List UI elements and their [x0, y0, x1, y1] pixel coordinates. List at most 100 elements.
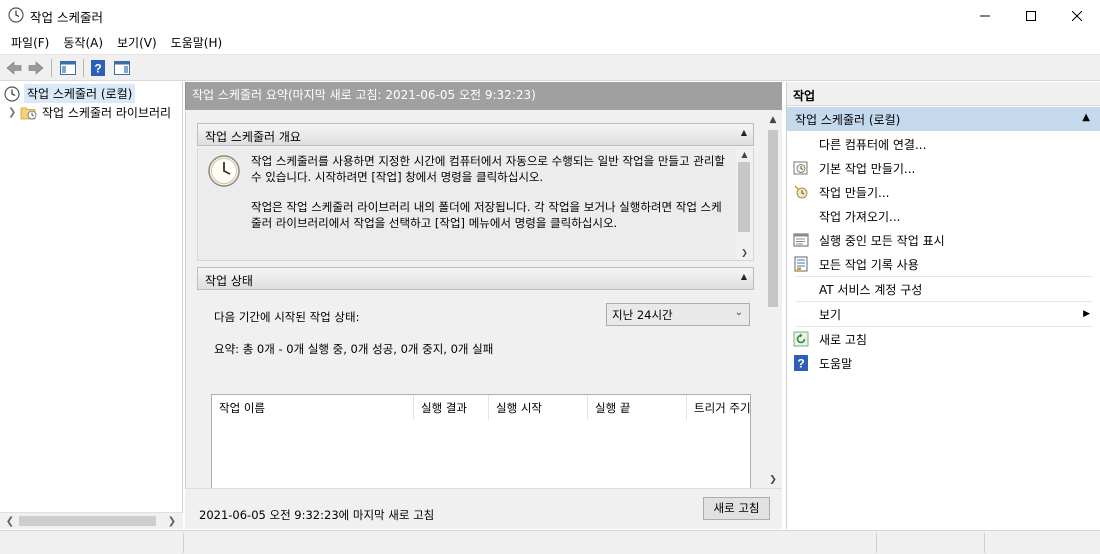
back-arrow-icon — [6, 61, 22, 75]
action-enable-history[interactable]: 모든 작업 기록 사용 — [787, 252, 1100, 276]
running-tasks-icon — [793, 232, 809, 248]
overview-scrollbar[interactable]: ▲ ❯ — [736, 148, 753, 260]
tree-item-root[interactable]: 작업 스케줄러 (로컬) — [4, 84, 136, 103]
action-create-basic-task[interactable]: 기본 작업 만들기... — [787, 156, 1100, 180]
menu-action[interactable]: 동작(A) — [56, 31, 110, 53]
expand-arrow-icon[interactable]: ❯ — [8, 107, 20, 118]
help-icon: ? — [91, 60, 105, 76]
scroll-left-icon[interactable]: ❮ — [2, 514, 18, 529]
action-create-task[interactable]: 작업 만들기... — [787, 180, 1100, 204]
tree-item-library[interactable]: ❯ 작업 스케줄러 라이브러리 — [8, 103, 171, 122]
menu-help[interactable]: 도움말(H) — [164, 31, 230, 53]
status-divider — [984, 533, 985, 553]
scroll-thumb[interactable] — [768, 130, 778, 307]
scroll-up-icon[interactable]: ▲ — [764, 112, 782, 128]
window-title: 작업 스케줄러 — [30, 10, 103, 25]
scroll-thumb[interactable] — [738, 162, 750, 232]
create-task-icon — [793, 184, 809, 200]
title-bar: 작업 스케줄러 — [0, 0, 1100, 31]
collapse-arrow-icon[interactable]: ▲ — [741, 272, 747, 281]
collapse-arrow-icon[interactable]: ▲ — [1082, 112, 1090, 123]
task-status-section-header[interactable]: 작업 상태 ▲ — [197, 267, 754, 290]
scroll-thumb[interactable] — [19, 516, 156, 526]
actions-title: 작업 — [787, 82, 1100, 106]
action-label: 보기 — [819, 307, 842, 322]
tree-horizontal-scrollbar[interactable]: ❮ ❯ — [0, 512, 183, 529]
status-period-value: 지난 24시간 — [612, 308, 673, 322]
maximize-icon — [1026, 10, 1036, 21]
action-import-task[interactable]: 작업 가져오기... — [787, 204, 1100, 228]
column-header-trigger[interactable]: 트리거 주기 — [687, 395, 750, 420]
menu-view[interactable]: 보기(V) — [110, 31, 164, 53]
summary-header: 작업 스케줄러 요약(마지막 새로 고침: 2021-06-05 오전 9:32… — [185, 82, 782, 110]
toolbar-separator — [51, 59, 52, 77]
column-header-run-end[interactable]: 실행 끝 — [588, 395, 687, 420]
last-refresh-text: 2021-06-05 오전 9:32:23에 마지막 새로 고침 — [199, 508, 435, 522]
overview-paragraph-1: 작업 스케줄러를 사용하면 지정한 시간에 컴퓨터에서 자동으로 수행되는 일반… — [251, 154, 725, 184]
summary-body: 작업 스케줄러 개요 ▲ 작업 스케줄러를 사용하면 지정한 시간에 컴퓨터에서… — [185, 112, 782, 488]
summary-pane: 작업 스케줄러 요약(마지막 새로 고침: 2021-06-05 오전 9:32… — [185, 82, 782, 529]
show-hide-tree-icon — [60, 61, 76, 75]
tree-item-root-label: 작업 스케줄러 (로컬) — [24, 84, 136, 103]
folder-clock-icon — [20, 107, 37, 119]
minimize-icon — [980, 15, 990, 16]
action-label: 모든 작업 기록 사용 — [819, 257, 919, 272]
scroll-down-icon[interactable]: ❯ — [764, 472, 782, 488]
status-period-label: 다음 기간에 시작된 작업 상태: — [214, 310, 360, 324]
forward-button[interactable] — [26, 58, 46, 78]
action-connect-computer[interactable]: 다른 컴퓨터에 연결... — [787, 132, 1100, 156]
toolbar-separator — [83, 59, 84, 77]
basic-task-icon — [793, 160, 809, 176]
action-label: 작업 가져오기... — [819, 209, 901, 224]
history-icon — [793, 256, 809, 272]
status-period-select[interactable]: 지난 24시간 ⌄ — [606, 303, 750, 326]
overview-section-header[interactable]: 작업 스케줄러 개요 ▲ — [197, 123, 754, 146]
action-display-running-tasks[interactable]: 실행 중인 모든 작업 표시 — [787, 228, 1100, 252]
action-refresh[interactable]: 새로 고침 — [787, 327, 1100, 351]
overview-section-title: 작업 스케줄러 개요 — [205, 130, 301, 144]
status-bar — [0, 530, 1100, 554]
scroll-right-icon[interactable]: ❯ — [164, 514, 180, 529]
close-button[interactable] — [1054, 0, 1100, 31]
action-label: 도움말 — [819, 356, 853, 371]
toolbar: ? — [0, 54, 1100, 81]
overview-paragraph-2: 작업은 작업 스케줄러 라이브러리 내의 폴더에 저장됩니다. 각 작업을 보거… — [251, 200, 722, 230]
column-header-task-name[interactable]: 작업 이름 — [212, 395, 414, 420]
actions-group-header[interactable]: 작업 스케줄러 (로컬) ▲ — [787, 107, 1100, 131]
action-label: 새로 고침 — [819, 332, 867, 347]
clock-icon — [8, 7, 24, 23]
task-status-table[interactable]: 작업 이름 실행 결과 실행 시작 실행 끝 트리거 주기 — [211, 394, 751, 488]
status-divider — [876, 533, 877, 553]
action-help[interactable]: ? 도움말 — [787, 351, 1100, 375]
close-icon — [1072, 10, 1082, 21]
svg-text:?: ? — [94, 62, 101, 76]
help-icon: ? — [793, 355, 809, 371]
scroll-up-icon[interactable]: ▲ — [736, 148, 753, 162]
column-header-run-result[interactable]: 실행 결과 — [414, 395, 489, 420]
show-hide-action-pane-button[interactable] — [112, 58, 132, 78]
clock-icon — [208, 155, 240, 187]
action-configure-at-service[interactable]: AT 서비스 계정 구성 — [787, 277, 1100, 301]
svg-text:?: ? — [797, 357, 804, 371]
actions-group-title: 작업 스케줄러 (로컬) — [795, 113, 901, 127]
column-header-run-start[interactable]: 실행 시작 — [489, 395, 588, 420]
maximize-button[interactable] — [1008, 0, 1054, 31]
show-hide-tree-button[interactable] — [58, 58, 78, 78]
overview-content: 작업 스케줄러를 사용하면 지정한 시간에 컴퓨터에서 자동으로 수행되는 일반… — [197, 148, 754, 261]
status-divider — [183, 533, 184, 553]
menu-file[interactable]: 파일(F) — [4, 31, 56, 53]
refresh-button[interactable]: 새로 고침 — [703, 497, 770, 520]
back-button[interactable] — [4, 58, 24, 78]
summary-scrollbar[interactable]: ▲ ❯ — [764, 112, 782, 488]
refresh-icon — [793, 331, 809, 347]
help-button[interactable]: ? — [88, 58, 108, 78]
minimize-button[interactable] — [962, 0, 1008, 31]
action-label: 작업 만들기... — [819, 185, 890, 200]
collapse-arrow-icon[interactable]: ▲ — [741, 128, 747, 137]
action-label: 다른 컴퓨터에 연결... — [819, 137, 927, 152]
actions-pane: 작업 작업 스케줄러 (로컬) ▲ 다른 컴퓨터에 연결... 기본 작업 만들… — [786, 82, 1100, 529]
forward-arrow-icon — [28, 61, 44, 75]
action-view[interactable]: 보기 ▶ — [787, 302, 1100, 326]
tree-item-library-label: 작업 스케줄러 라이브러리 — [42, 106, 172, 120]
scroll-down-icon[interactable]: ❯ — [736, 246, 753, 260]
